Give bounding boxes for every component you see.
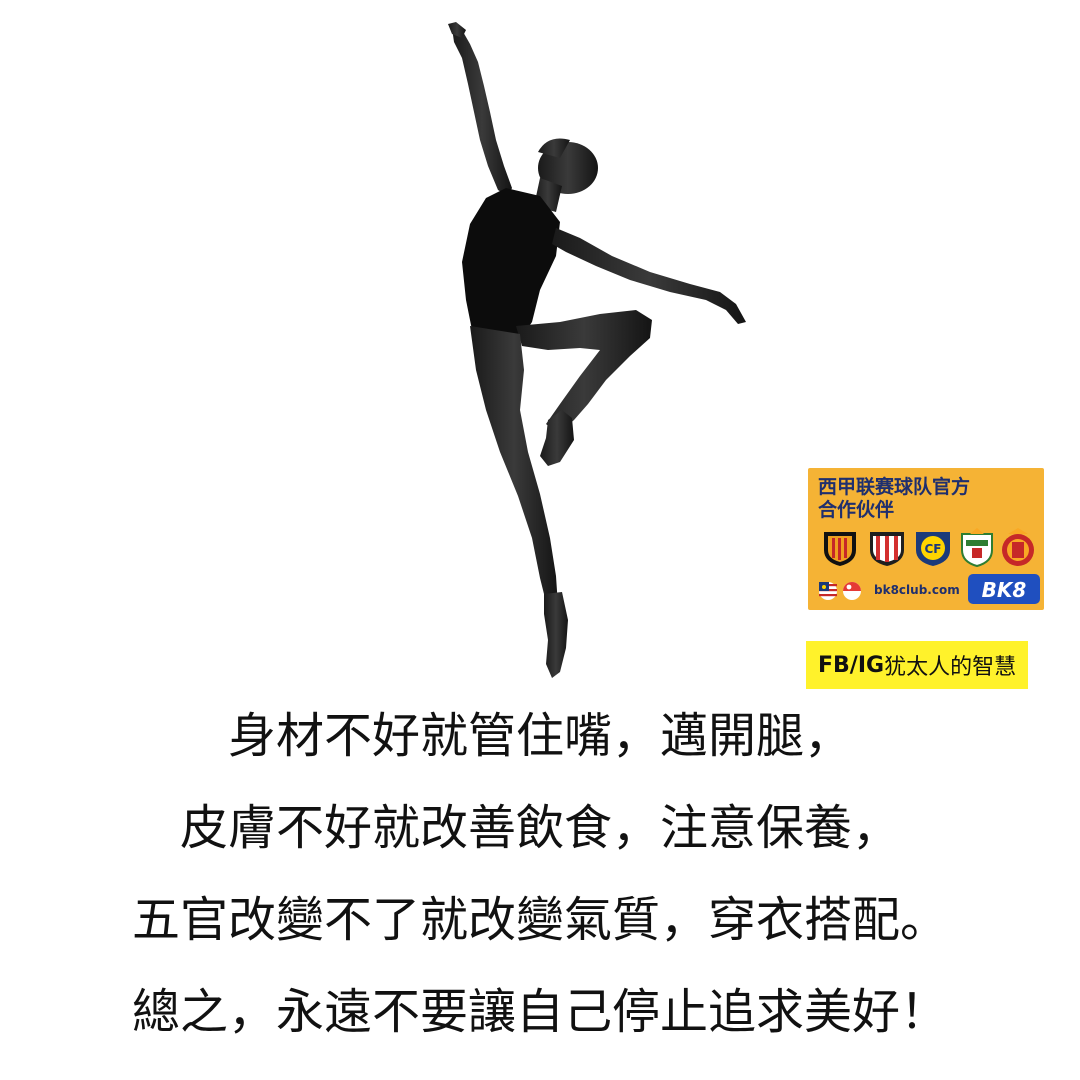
sponsor-title: 西甲联赛球队官方 [818,476,971,498]
bk8-logo-text: BK8 [982,578,1027,602]
sponsor-website[interactable]: bk8club.com [874,583,960,597]
quote-block: 身材不好就管住嘴，邁開腿， 皮膚不好就改善飲食，注意保養， 五官改變不了就改變氣… [0,690,1080,1058]
poster: 西甲联赛球队官方 合作伙伴 CF bk8club.com BK8 FB/IG 犹… [0,0,1080,1080]
elche-crest-icon [961,528,993,568]
torso [462,188,560,342]
social-handle-tag: FB/IG 犹太人的智慧 [806,641,1029,689]
malaysia-flag-icon [819,582,837,600]
svg-text:CF: CF [924,542,941,556]
sponsor-card[interactable]: 西甲联赛球队官方 合作伙伴 CF bk8club.com BK8 [808,468,1044,610]
bent-foot [540,410,574,466]
bent-leg [516,310,652,434]
valencia-crest-icon [824,532,856,566]
extended-arm [552,228,746,324]
quote-line-2: 皮膚不好就改善飲食，注意保養， [179,800,900,856]
social-handle: 犹太人的智慧 [884,655,1017,680]
bk8-logo: BK8 [968,574,1040,604]
mallorca-crest-icon [1002,528,1034,566]
singapore-flag-icon [843,582,861,600]
villarreal-crest-icon: CF [916,532,950,566]
standing-leg [470,326,558,610]
raised-arm [452,28,512,196]
club-crests: CF [824,528,1034,568]
sponsor-subtitle: 合作伙伴 [818,499,895,521]
pointe-foot [544,592,568,678]
athletic-bilbao-crest-icon [870,532,904,566]
quote-line-3: 五官改變不了就改變氣質，穿衣搭配。 [131,892,948,948]
social-platforms: FB/IG [818,652,885,678]
quote-line-1: 身材不好就管住嘴，邁開腿， [227,708,852,764]
flag-icons [819,582,861,600]
quote-line-4: 總之，永遠不要讓自己停止追求美好！ [131,984,948,1040]
